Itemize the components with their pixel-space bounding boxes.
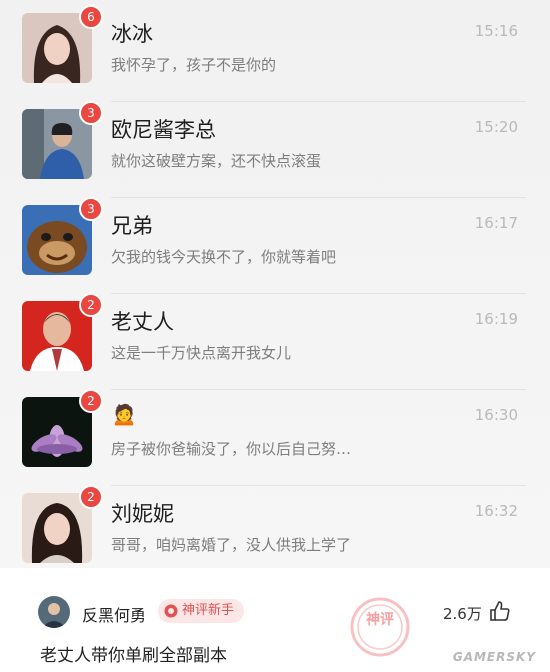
chat-list: 6 冰冰 15:16 我怀孕了，孩子不是你的 3 欧尼酱李总 15:20 就你这… [0, 0, 550, 568]
chat-item[interactable]: 3 兄弟 16:17 欠我的钱今天换不了，你就等着吧 [0, 197, 550, 294]
chat-item[interactable]: 3 欧尼酱李总 15:20 就你这破壁方案，还不快点滚蛋 [0, 101, 550, 198]
comment-username[interactable]: 反黑何勇 [82, 602, 146, 626]
contact-name: 刘妮妮 [111, 502, 174, 526]
badge-label: 神评新手 [182, 603, 235, 618]
contact-name: 老丈人 [111, 310, 174, 334]
message-preview: 我怀孕了，孩子不是你的 [111, 56, 277, 74]
unread-badge: 6 [79, 5, 103, 29]
comment-badge: 神评新手 [158, 599, 245, 623]
chat-item[interactable]: 6 冰冰 15:16 我怀孕了，孩子不是你的 [0, 5, 550, 102]
contact-name: 欧尼酱李总 [111, 118, 216, 142]
message-preview: 哥哥，咱妈离婚了，没人供我上学了 [111, 536, 352, 554]
message-time: 16:17 [474, 214, 518, 232]
contact-name: 冰冰 [111, 22, 153, 46]
message-preview: 欠我的钱今天换不了，你就等着吧 [111, 248, 337, 266]
contact-name: 🙍 [111, 402, 138, 426]
comment-text: 老丈人带你单刷全部副本 [40, 646, 227, 666]
unread-badge: 2 [79, 293, 103, 317]
unread-badge: 3 [79, 197, 103, 221]
user-avatar[interactable] [38, 596, 70, 628]
message-preview: 房子被你爸输没了，你以后自己努… [111, 440, 352, 458]
like-count: 2.6万 [443, 605, 482, 623]
message-preview: 这是一千万快点离开我女儿 [111, 344, 292, 362]
message-time: 16:32 [474, 502, 518, 520]
message-preview: 就你这破壁方案，还不快点滚蛋 [111, 152, 322, 170]
message-time: 16:30 [474, 406, 518, 424]
chat-item[interactable]: 2 🙍 16:30 房子被你爸输没了，你以后自己努… [0, 389, 550, 486]
message-time: 15:16 [474, 22, 518, 40]
stamp-text: 神评 [366, 611, 394, 628]
contact-name: 兄弟 [111, 214, 153, 238]
badge-icon [164, 604, 178, 618]
message-time: 15:20 [474, 118, 518, 136]
chat-item[interactable]: 2 老丈人 16:19 这是一千万快点离开我女儿 [0, 293, 550, 390]
site-watermark: GAMERSKY [452, 650, 536, 664]
unread-badge: 3 [79, 101, 103, 125]
message-time: 16:19 [474, 310, 518, 328]
unread-badge: 2 [79, 389, 103, 413]
comment-card: 反黑何勇 神评新手 老丈人带你单刷全部副本 神评 2.6万 GAMERSKY [0, 568, 550, 672]
unread-badge: 2 [79, 485, 103, 509]
thumbs-up-icon[interactable] [489, 600, 511, 622]
stamp-watermark: 神评 [350, 597, 410, 657]
